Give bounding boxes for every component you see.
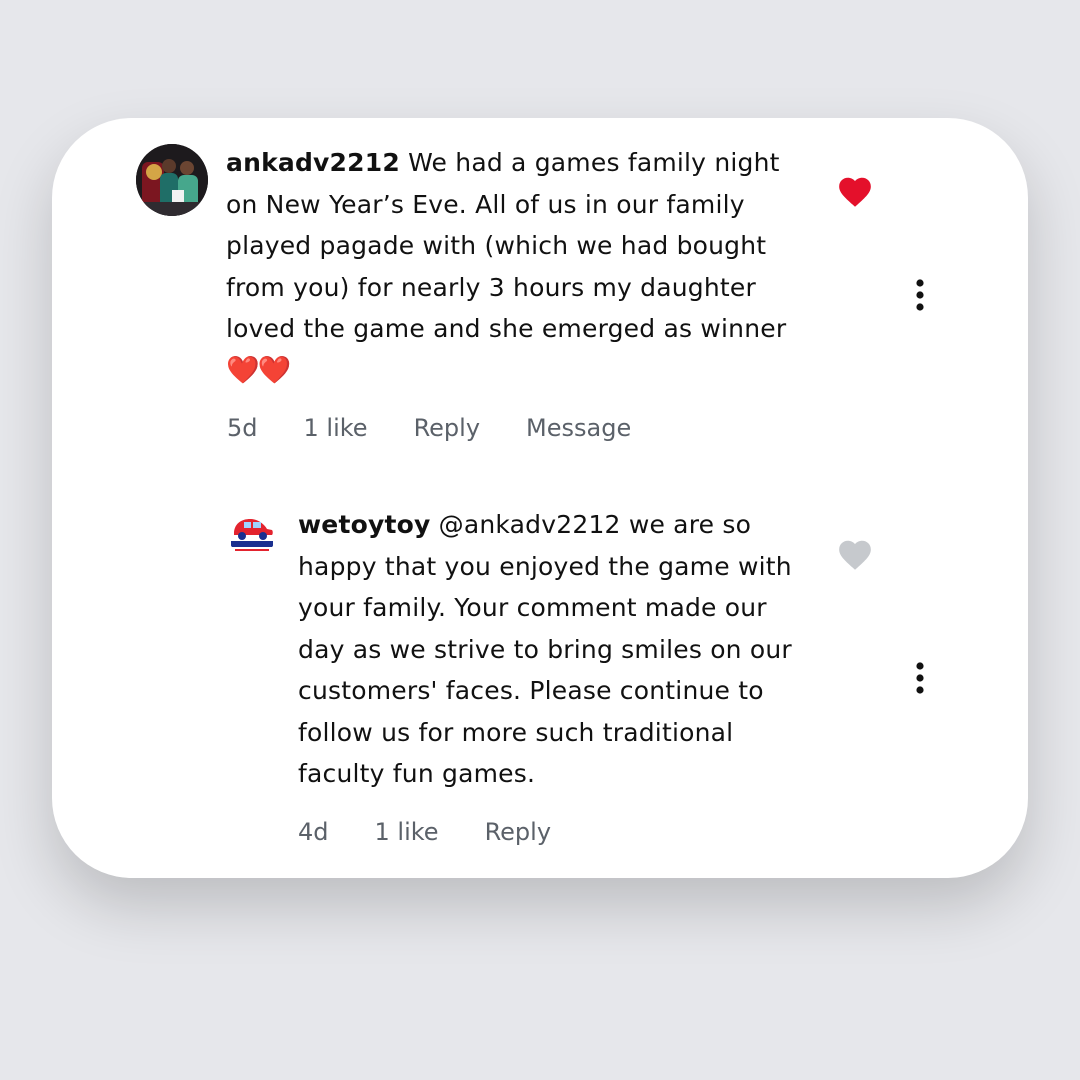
reply-like-count[interactable]: 1 like [375,818,439,846]
comment-text-line: from you) for nearly 3 hours my daughter [226,272,756,302]
comment-text-line: loved the game and she emerged as winner [226,314,787,343]
comment-actions: 5d 1 like Reply Message [227,414,677,442]
user-avatar-photo [136,144,208,216]
comment-text-line: on New Year’s Eve. All of us in our fami… [226,189,745,219]
heart-outline-icon [839,540,871,570]
more-vertical-icon [916,279,924,311]
like-heart-icon[interactable] [836,173,874,211]
reply-text-line: follow us for more such traditional [298,717,734,747]
brand-logo-car [228,510,276,558]
reply-text-line: @ankadv2212 we are so [438,510,752,539]
comment-like-count[interactable]: 1 like [304,414,368,442]
comment-timestamp: 5d [227,414,258,442]
reply-text-line: your family. Your comment made our [298,593,767,622]
user-avatar[interactable] [136,144,208,216]
comment-text-line: played pagade with (which we had bought [226,231,767,260]
comment-body: ankadv2212 We had a games family night o… [226,142,826,391]
comments-card: ankadv2212 We had a games family night o… [52,118,1028,878]
brand-avatar[interactable] [228,510,276,558]
reply-like-heart-icon[interactable] [836,536,874,574]
more-vertical-icon [916,662,924,694]
reply-more-options-button[interactable] [915,661,925,695]
reply-body: wetoytoy @ankadv2212 we are so happy tha… [298,504,838,795]
comment-emoji: ❤️❤️ [226,354,291,386]
reply-text-line: faculty fun games. [298,759,536,788]
reply-username[interactable]: wetoytoy [298,510,431,539]
reply-text-line: day as we strive to bring smiles on our [298,634,792,664]
more-options-button[interactable] [915,278,925,312]
reply-text-line: customers' faces. Please continue to [298,676,764,705]
message-button[interactable]: Message [526,414,631,442]
reply-timestamp: 4d [298,818,329,846]
comment-username[interactable]: ankadv2212 [226,148,400,177]
comment-text-line: We had a games family night [408,148,780,177]
reply-button[interactable]: Reply [414,414,480,442]
reply-button[interactable]: Reply [485,818,551,846]
reply-actions: 4d 1 like Reply [298,818,597,846]
reply-text-line: happy that you enjoyed the game with [298,551,792,581]
heart-icon [839,177,871,207]
